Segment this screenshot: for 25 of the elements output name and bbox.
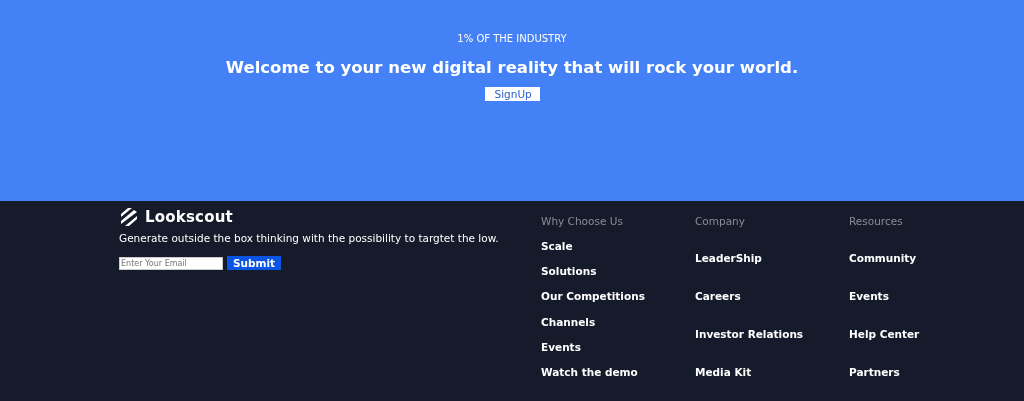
- tagline: Generate outside the box thinking with the possibility to targtet the low.: [119, 232, 500, 244]
- headline: Welcome to your new digital reality that will rock your world.: [225, 58, 799, 77]
- brand-name: Lookscout: [145, 208, 233, 226]
- stripes-logo-icon: [119, 207, 139, 227]
- footer-link[interactable]: Events: [849, 290, 889, 302]
- footer-link[interactable]: Events: [541, 340, 581, 353]
- signup-button[interactable]: SignUp: [484, 87, 540, 101]
- email-field[interactable]: Enter Your Email: [119, 256, 223, 270]
- footer-link[interactable]: Help Center: [849, 328, 920, 340]
- column-heading: Resources: [849, 215, 904, 228]
- footer-link[interactable]: LeaderShip: [695, 252, 762, 264]
- eyebrow-text: 1% OF THE INDUSTRY: [457, 33, 567, 44]
- footer-link[interactable]: Our Competitions: [541, 290, 645, 303]
- submit-button[interactable]: Submit: [227, 256, 281, 270]
- footer-link[interactable]: Scale: [541, 240, 573, 252]
- footer-link[interactable]: Channels: [541, 315, 596, 328]
- footer-link[interactable]: Investor Relations: [695, 328, 804, 340]
- footer-link[interactable]: Media Kit: [695, 366, 752, 378]
- footer-link[interactable]: Partners: [849, 366, 900, 378]
- column-heading: Company: [695, 215, 746, 228]
- footer-link[interactable]: Community: [849, 252, 917, 264]
- footer-link[interactable]: Careers: [695, 290, 741, 302]
- column-heading: Why Choose Us: [541, 215, 624, 228]
- footer-link[interactable]: Watch the demo: [541, 365, 638, 378]
- footer-link[interactable]: Solutions: [541, 265, 597, 278]
